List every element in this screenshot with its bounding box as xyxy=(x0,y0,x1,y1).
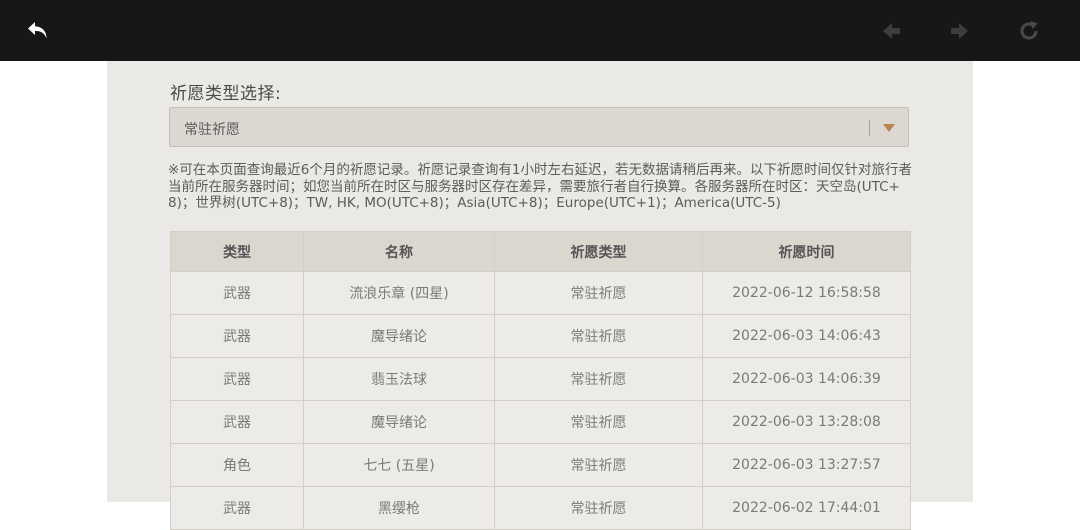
cell-type: 角色 xyxy=(170,443,304,487)
col-header-pool: 祈愿类型 xyxy=(494,231,703,272)
table-row: 武器 魔导绪论 常驻祈愿 2022-06-03 13:28:08 xyxy=(170,400,911,444)
cell-name: 流浪乐章 (四星) xyxy=(303,271,495,315)
table-row: 武器 魔导绪论 常驻祈愿 2022-06-03 14:06:43 xyxy=(170,314,911,358)
back-arrow-icon xyxy=(28,22,47,39)
cell-pool: 常驻祈愿 xyxy=(494,357,703,401)
cell-time: 2022-06-03 14:06:39 xyxy=(702,357,911,401)
chevron-down-icon xyxy=(883,124,895,132)
table-header-row: 类型 名称 祈愿类型 祈愿时间 xyxy=(170,231,911,272)
cell-name: 魔导绪论 xyxy=(303,400,495,444)
select-divider xyxy=(869,120,870,136)
back-button[interactable] xyxy=(22,15,54,47)
cell-time: 2022-06-03 13:27:57 xyxy=(702,443,911,487)
filter-label: 祈愿类型选择: xyxy=(170,84,282,104)
col-header-time: 祈愿时间 xyxy=(702,231,911,272)
reload-button[interactable] xyxy=(1013,15,1045,47)
cell-type: 武器 xyxy=(170,486,304,530)
top-bar xyxy=(0,0,1080,61)
cell-pool: 常驻祈愿 xyxy=(494,314,703,358)
cell-time: 2022-06-02 17:44:01 xyxy=(702,486,911,530)
cell-time: 2022-06-03 14:06:43 xyxy=(702,314,911,358)
cell-name: 七七 (五星) xyxy=(303,443,495,487)
wish-type-selected: 常驻祈愿 xyxy=(184,122,240,138)
wish-records-table: 类型 名称 祈愿类型 祈愿时间 武器 流浪乐章 (四星) 常驻祈愿 2022-0… xyxy=(170,231,911,530)
cell-name: 黑缨枪 xyxy=(303,486,495,530)
cell-type: 武器 xyxy=(170,400,304,444)
table-row: 武器 流浪乐章 (四星) 常驻祈愿 2022-06-12 16:58:58 xyxy=(170,271,911,315)
col-header-name: 名称 xyxy=(303,231,495,272)
cell-pool: 常驻祈愿 xyxy=(494,443,703,487)
notice-text: ※可在本页面查询最近6个月的祈愿记录。祈愿记录查询有1小时左右延迟，若无数据请稍… xyxy=(168,162,912,211)
next-arrow-icon xyxy=(951,23,968,39)
prev-button[interactable] xyxy=(876,15,908,47)
cell-pool: 常驻祈愿 xyxy=(494,486,703,530)
cell-type: 武器 xyxy=(170,357,304,401)
wish-history-panel: 祈愿类型选择: 常驻祈愿 ※可在本页面查询最近6个月的祈愿记录。祈愿记录查询有1… xyxy=(107,61,973,530)
table-row: 武器 翡玉法球 常驻祈愿 2022-06-03 14:06:39 xyxy=(170,357,911,401)
col-header-type: 类型 xyxy=(170,231,304,272)
prev-arrow-icon xyxy=(883,23,900,39)
cell-time: 2022-06-03 13:28:08 xyxy=(702,400,911,444)
cell-name: 魔导绪论 xyxy=(303,314,495,358)
cell-type: 武器 xyxy=(170,314,304,358)
table-row: 武器 黑缨枪 常驻祈愿 2022-06-02 17:44:01 xyxy=(170,486,911,530)
next-button[interactable] xyxy=(943,15,975,47)
cell-time: 2022-06-12 16:58:58 xyxy=(702,271,911,315)
table-row: 角色 七七 (五星) 常驻祈愿 2022-06-03 13:27:57 xyxy=(170,443,911,487)
cell-name: 翡玉法球 xyxy=(303,357,495,401)
cell-type: 武器 xyxy=(170,271,304,315)
wish-type-select[interactable]: 常驻祈愿 xyxy=(169,107,909,147)
reload-icon xyxy=(1020,21,1038,40)
cell-pool: 常驻祈愿 xyxy=(494,400,703,444)
cell-pool: 常驻祈愿 xyxy=(494,271,703,315)
